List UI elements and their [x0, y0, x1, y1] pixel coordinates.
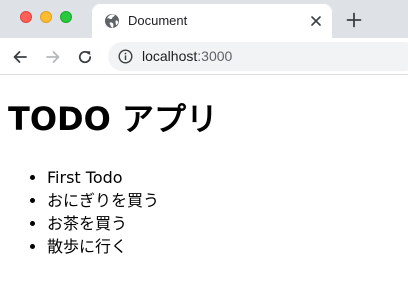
todo-item: おにぎりを買う	[47, 189, 159, 212]
browser-toolbar: localhost:3000	[0, 38, 408, 75]
page-content: TODO アプリ First Todo おにぎりを買う お茶を買う 散歩に行く	[0, 76, 408, 300]
close-icon[interactable]	[310, 15, 322, 27]
url-port: :3000	[197, 48, 233, 64]
reload-icon[interactable]	[76, 48, 94, 66]
todo-item: お茶を買う	[47, 212, 159, 235]
address-bar[interactable]: localhost:3000	[108, 42, 408, 71]
browser-window: Document localhost:3000 TODO アプリ • First…	[0, 0, 408, 300]
window-close-button[interactable]	[20, 11, 32, 23]
plus-icon[interactable]	[346, 12, 362, 28]
todo-list: First Todo おにぎりを買う お茶を買う 散歩に行く	[47, 166, 159, 258]
window-maximize-button[interactable]	[60, 11, 72, 23]
tab-title: Document	[128, 13, 188, 28]
tab-document[interactable]: Document	[92, 4, 332, 38]
page-title: TODO アプリ	[8, 100, 218, 138]
back-arrow-icon[interactable]	[11, 48, 29, 66]
globe-icon	[105, 14, 119, 28]
tab-strip: Document	[0, 0, 408, 38]
url-text[interactable]: localhost:3000	[142, 48, 232, 65]
info-icon[interactable]	[118, 49, 133, 64]
url-host: localhost	[142, 48, 198, 64]
todo-item: First Todo	[47, 166, 159, 189]
forward-arrow-icon[interactable]	[44, 48, 62, 66]
todo-item: 散歩に行く	[47, 235, 159, 258]
window-minimize-button[interactable]	[40, 11, 52, 23]
